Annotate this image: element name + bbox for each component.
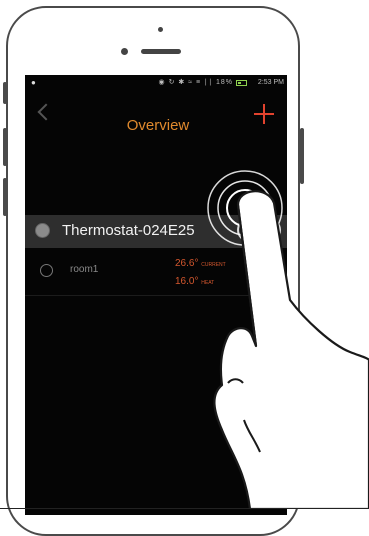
mute-switch [3, 82, 7, 104]
status-time: 2:53 PM [257, 79, 284, 86]
device-toggle[interactable] [237, 218, 281, 242]
status-icon-glyphs: ◉ ↻ ✱ ≈ ≡ ∣∣ [158, 79, 214, 86]
battery-icon [236, 80, 247, 86]
room-name: room1 [70, 264, 99, 275]
heat-temp-value: 16.0° [175, 276, 199, 287]
room-row[interactable]: room1 26.6° CURRENT 16.0° HEAT [25, 251, 287, 295]
device-name: Thermostat-024E25 [62, 222, 195, 239]
status-icons: ◉ ↻ ✱ ≈ ≡ ∣∣ 18% [159, 75, 233, 91]
heat-setpoint: 16.0° HEAT [175, 276, 214, 287]
earpiece-speaker [141, 49, 181, 54]
plus-icon[interactable] [254, 104, 274, 124]
battery-percent: 18% [215, 79, 233, 86]
thermostat-icon [35, 223, 50, 238]
notification-icon: ● [31, 78, 36, 87]
current-temperature: 26.6° CURRENT [175, 258, 226, 269]
front-camera [121, 48, 128, 55]
page-title: Overview [126, 117, 190, 134]
current-temp-value: 26.6° [175, 258, 199, 269]
volume-up-button [3, 128, 7, 166]
heat-temp-label: HEAT [201, 280, 215, 286]
phone-screen: ● ◉ ↻ ✱ ≈ ≡ ∣∣ 18% 2:53 PM Overview Ther… [25, 75, 287, 515]
camera-dot [158, 27, 163, 32]
room-icon [40, 264, 53, 277]
current-temp-label: CURRENT [201, 262, 226, 268]
status-bar: ● ◉ ↻ ✱ ≈ ≡ ∣∣ 18% 2:53 PM [25, 75, 287, 91]
device-row[interactable]: Thermostat-024E25 [25, 215, 287, 248]
power-button [300, 128, 304, 184]
row-divider [25, 295, 287, 296]
volume-down-button [3, 178, 7, 216]
toggle-knob [241, 221, 261, 239]
